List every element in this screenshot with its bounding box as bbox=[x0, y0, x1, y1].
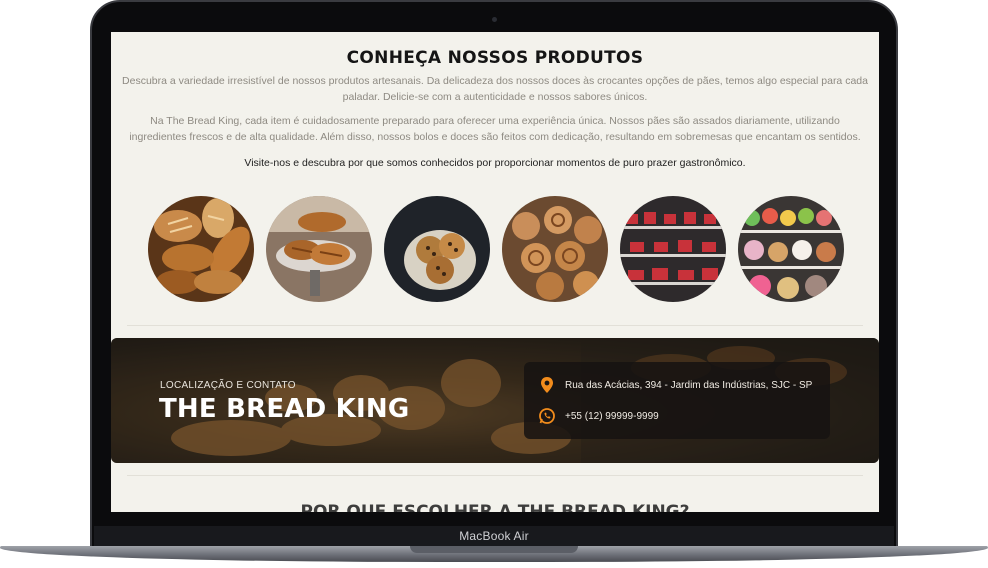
contact-banner: LOCALIZAÇÃO E CONTATO THE BREAD KING Rua… bbox=[111, 338, 879, 463]
products-intro-paragraph: Descubra a variedade irresistível de nos… bbox=[122, 75, 868, 103]
brand-title: THE BREAD KING bbox=[159, 394, 410, 424]
device-label: MacBook Air bbox=[459, 529, 529, 543]
browser-viewport[interactable]: CONHEÇA NOSSOS PRODUTOS Descubra a varie… bbox=[111, 32, 879, 512]
donuts-display-photo bbox=[738, 196, 844, 302]
address-text: Rua das Acácias, 394 - Jardim das Indúst… bbox=[565, 379, 813, 391]
next-section-title: POR QUE ESCOLHER A THE BREAD KING? bbox=[300, 502, 690, 512]
bread-loaves-photo bbox=[148, 196, 254, 302]
products-visit-paragraph: Visite-nos e descubra por que somos conh… bbox=[244, 157, 746, 169]
product-gallery bbox=[111, 196, 879, 302]
products-detail-paragraph: Na The Bread King, cada item é cuidadosa… bbox=[129, 115, 861, 143]
contact-eyebrow: LOCALIZAÇÃO E CONTATO bbox=[160, 380, 296, 391]
location-pin-icon bbox=[538, 376, 556, 394]
cookies-basket-photo bbox=[384, 196, 490, 302]
webcam bbox=[492, 17, 497, 22]
products-title: CONHEÇA NOSSOS PRODUTOS bbox=[346, 48, 644, 68]
pastry-display-photo bbox=[620, 196, 726, 302]
croissants-photo bbox=[266, 196, 372, 302]
phone-text: +55 (12) 99999-9999 bbox=[565, 410, 659, 422]
phone-row[interactable]: +55 (12) 99999-9999 bbox=[538, 406, 659, 426]
section-divider bbox=[127, 475, 863, 476]
contact-card: Rua das Acácias, 394 - Jardim das Indúst… bbox=[524, 362, 830, 439]
address-row[interactable]: Rua das Acácias, 394 - Jardim das Indúst… bbox=[538, 375, 812, 395]
laptop-notch bbox=[410, 546, 578, 553]
section-divider bbox=[127, 325, 863, 326]
cinnamon-rolls-photo bbox=[502, 196, 608, 302]
whatsapp-icon bbox=[538, 407, 556, 425]
